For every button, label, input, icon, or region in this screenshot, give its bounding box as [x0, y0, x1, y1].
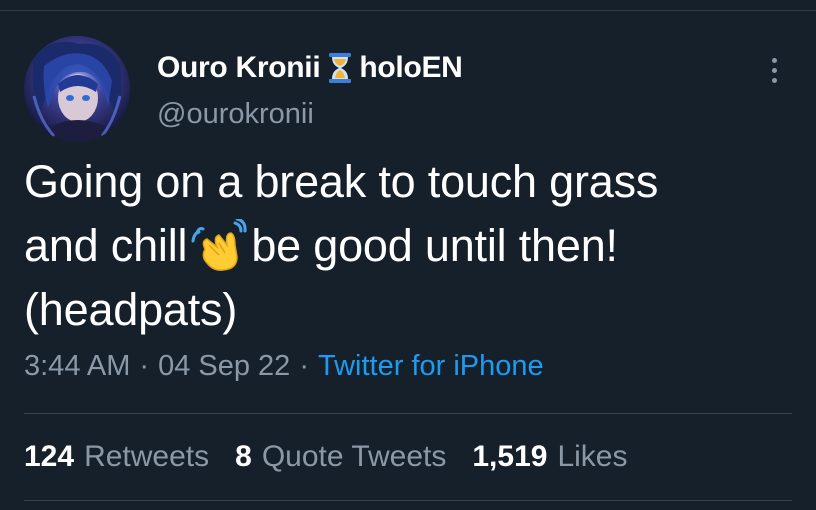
affiliation: holoEN: [359, 51, 463, 84]
tweet-line-1: Going on a break to touch grass: [24, 156, 659, 207]
meta-separator: ·: [139, 350, 150, 382]
dot-icon: [771, 57, 777, 63]
likes-label: Likes: [557, 440, 628, 473]
retweets-stat[interactable]: 124 Retweets: [24, 440, 209, 474]
likes-count: 1,519: [472, 440, 548, 473]
avatar[interactable]: [24, 36, 130, 142]
hourglass-icon: [327, 52, 353, 84]
handle[interactable]: @ourokronii: [157, 98, 314, 131]
tweet-time[interactable]: 3:44 AM: [24, 350, 130, 383]
top-divider: [0, 10, 816, 11]
tweet-meta: 3:44 AM · 04 Sep 22 · Twitter for iPhone: [24, 350, 544, 383]
waving-hand-icon: [191, 217, 247, 271]
likes-stat[interactable]: 1,519 Likes: [472, 440, 627, 474]
retweets-label: Retweets: [84, 440, 210, 473]
retweets-count: 124: [24, 440, 75, 473]
divider: [24, 413, 792, 414]
tweet-line-3: (headpats): [24, 284, 238, 335]
tweet-line-2: and chill be good until then!: [24, 214, 794, 278]
display-name: Ouro Kronii: [157, 51, 321, 84]
tweet-text: Going on a break to touch grass and chil…: [24, 150, 794, 342]
tweet-stats: 124 Retweets 8 Quote Tweets 1,519 Likes: [24, 440, 654, 474]
tweet-line-2-suffix: be good until then!: [251, 220, 618, 271]
tweet-source-link[interactable]: Twitter for iPhone: [318, 350, 544, 383]
quote-tweets-stat[interactable]: 8 Quote Tweets: [235, 440, 446, 474]
tweet-date[interactable]: 04 Sep 22: [158, 350, 290, 383]
more-options-button[interactable]: [762, 50, 786, 90]
tweet-line-2-prefix: and chill: [24, 220, 188, 271]
display-name-row[interactable]: Ouro Kronii holoEN: [157, 48, 463, 88]
quote-tweets-label: Quote Tweets: [261, 440, 447, 473]
quote-tweets-count: 8: [235, 440, 252, 473]
meta-separator: ·: [299, 350, 309, 382]
avatar-image: [24, 36, 130, 142]
divider: [24, 500, 792, 501]
dot-icon: [771, 67, 777, 73]
dot-icon: [771, 77, 777, 83]
